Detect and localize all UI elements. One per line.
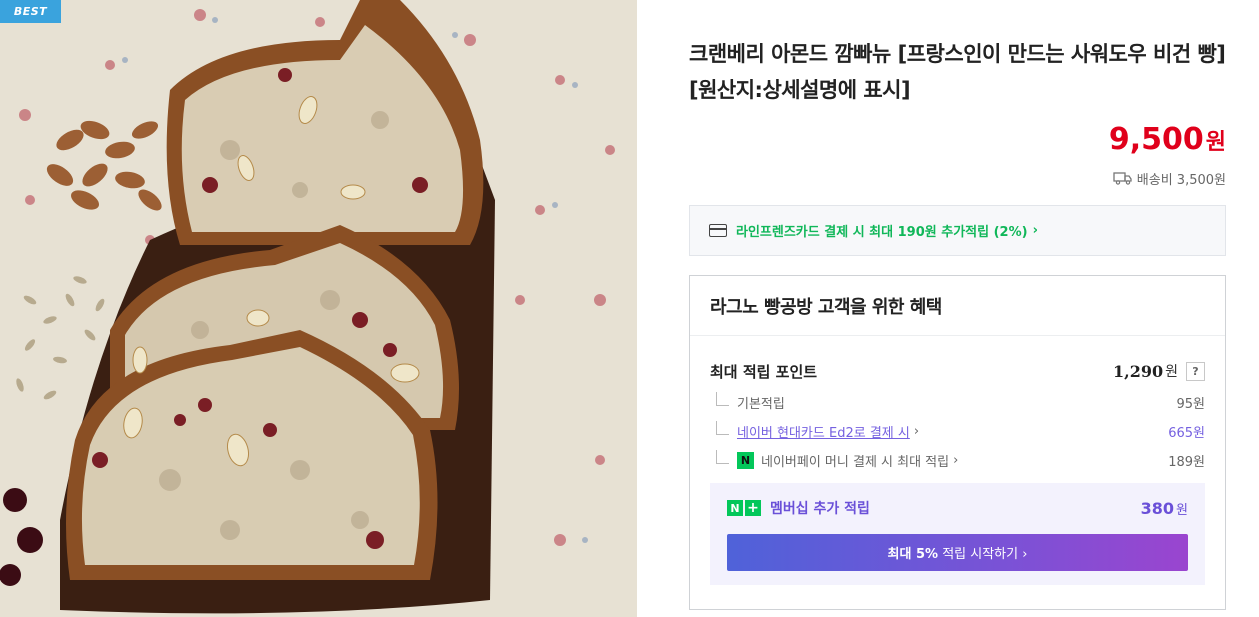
tree-connector	[716, 449, 729, 464]
max-points-row: 최대 적립 포인트 1,290 원 ?	[710, 354, 1205, 388]
credit-card-icon	[709, 224, 727, 237]
naverpay-money-label[interactable]: 네이버페이 머니 결제 시 최대 적립	[761, 451, 949, 470]
max-points-label: 최대 적립 포인트	[710, 362, 818, 381]
tree-connector	[716, 391, 729, 406]
card-benefit-text: 라인프렌즈카드 결제 시 최대 190원 추가적립 (2%)	[736, 225, 1028, 240]
benefits-heading: 라그노 빵공방 고객을 위한 혜택	[690, 276, 1225, 336]
chevron-right-icon: ›	[953, 453, 959, 468]
shipping-fee: 배송비 3,500원	[1113, 167, 1226, 189]
shipping-fee-text: 배송비 3,500원	[1136, 172, 1226, 188]
membership-row: N + 멤버십 추가 적립 380 원	[727, 497, 1188, 519]
membership-unit: 원	[1176, 502, 1188, 518]
product-image[interactable]: BEST	[0, 0, 637, 617]
naverpay-money-row: N 네이버페이 머니 결제 시 최대 적립 › 189원	[710, 446, 1205, 475]
tree-connector	[716, 420, 729, 435]
basic-points-row: 기본적립 95원	[710, 388, 1205, 417]
naverpay-money-value: 189원	[1168, 455, 1205, 470]
card-benefit-banner[interactable]: 라인프렌즈카드 결제 시 최대 190원 추가적립 (2%) ›	[689, 205, 1226, 256]
customer-benefits-box: 라그노 빵공방 고객을 위한 혜택 최대 적립 포인트 1,290 원 ? 기본…	[689, 275, 1226, 610]
max-points-unit: 원	[1165, 364, 1178, 380]
start-membership-button[interactable]: 최대 5% 적립 시작하기 ›	[727, 534, 1188, 571]
cta-bold-text: 최대 5%	[887, 547, 939, 562]
best-badge: BEST	[0, 0, 61, 23]
product-title: 크랜베리 아몬드 깜빠뉴 [프랑스인이 만드는 사워도우 비건 빵] [원산지:…	[689, 42, 1226, 102]
help-icon[interactable]: ?	[1186, 361, 1205, 381]
naverpay-icon: N	[737, 452, 754, 469]
naver-plus-icon: N + 멤버십 추가 적립	[727, 498, 870, 518]
hyundai-card-value: 665원	[1168, 426, 1205, 441]
chevron-right-icon: ›	[1032, 223, 1038, 238]
chevron-right-icon: ›	[913, 424, 920, 439]
membership-box: N + 멤버십 추가 적립 380 원 최대 5% 적립 시작하기 ›	[710, 483, 1205, 585]
cta-text: 적립 시작하기 ›	[938, 547, 1028, 562]
price-currency: 원	[1205, 130, 1226, 155]
basic-points-value: 95원	[1176, 397, 1205, 412]
hyundai-card-row: 네이버 현대카드 Ed2로 결제 시 › 665원	[710, 417, 1205, 446]
price-amount: 9,500	[1108, 122, 1204, 157]
basic-points-label: 기본적립	[737, 397, 785, 412]
membership-value: 380	[1140, 498, 1175, 518]
hyundai-card-link[interactable]: 네이버 현대카드 Ed2로 결제 시	[737, 422, 910, 441]
price: 9,500 원	[1109, 122, 1226, 162]
naver-plus-n: N	[727, 500, 743, 516]
truck-icon	[1113, 172, 1132, 185]
bread-photo-illustration	[0, 0, 637, 617]
naver-plus-plus: +	[745, 500, 761, 516]
membership-label: 멤버십 추가 적립	[770, 501, 870, 517]
max-points-value: 1,290	[1113, 361, 1164, 381]
